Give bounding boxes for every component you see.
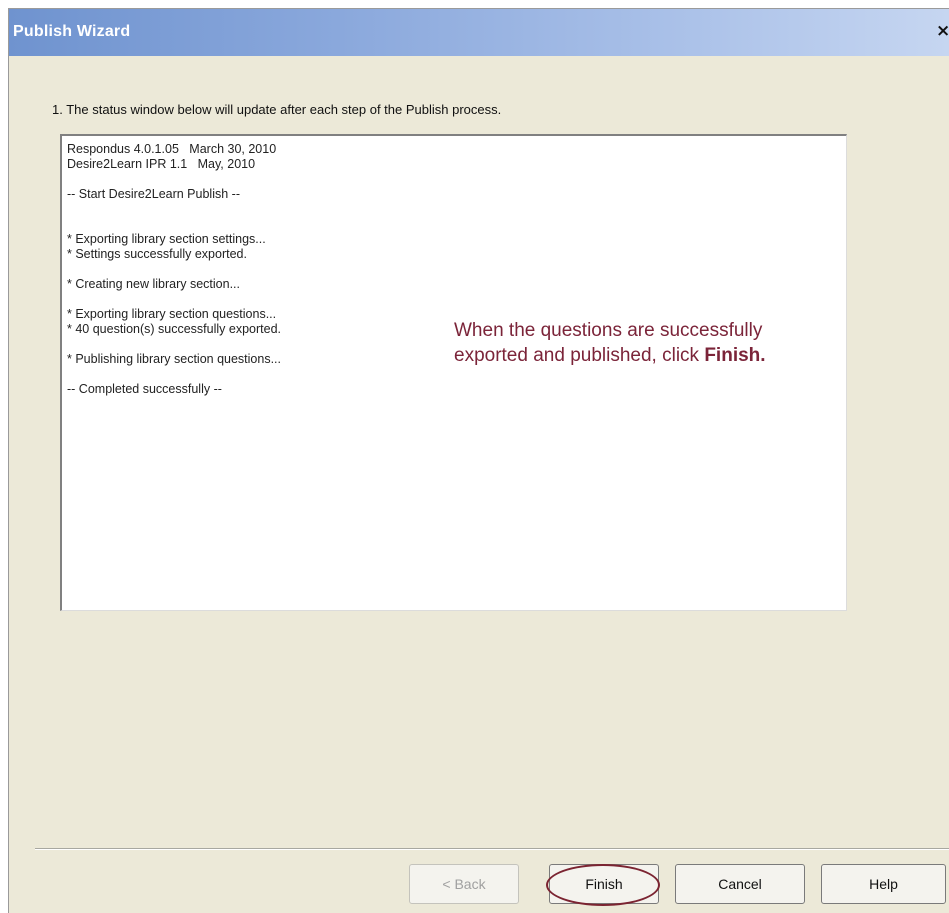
- status-line: * Creating new library section...: [67, 277, 240, 291]
- status-line: * Publishing library section questions..…: [67, 352, 282, 366]
- window-title: Publish Wizard: [13, 23, 131, 40]
- status-line: * Exporting library section questions...: [67, 307, 277, 321]
- status-line: -- Start Desire2Learn Publish --: [67, 187, 240, 201]
- status-line: * Settings successfully exported.: [67, 247, 247, 261]
- back-button[interactable]: < Back: [409, 864, 519, 904]
- status-line: [67, 202, 427, 217]
- publish-wizard-window: Publish Wizard × 1. The status window be…: [8, 8, 949, 913]
- status-line: [67, 337, 427, 352]
- callout-emphasis: Finish.: [704, 345, 766, 366]
- status-line: [67, 172, 427, 187]
- finish-callout: When the questions are successfully expo…: [454, 318, 794, 368]
- cancel-button[interactable]: Cancel: [675, 864, 805, 904]
- status-line: [67, 367, 427, 382]
- status-line: [67, 217, 427, 232]
- help-button[interactable]: Help: [821, 864, 946, 904]
- title-bar[interactable]: Publish Wizard ×: [9, 9, 949, 56]
- status-line: [67, 262, 427, 277]
- close-icon[interactable]: ×: [936, 21, 949, 41]
- status-window[interactable]: Respondus 4.0.1.05 March 30, 2010 Desire2…: [60, 134, 847, 611]
- status-line: Desire2Learn IPR 1.1 May, 2010: [67, 157, 256, 171]
- status-log: Respondus 4.0.1.05 March 30, 2010 Desire2…: [67, 142, 427, 397]
- status-line: -- Completed successfully --: [67, 382, 222, 396]
- status-line: [67, 292, 427, 307]
- status-line: * Exporting library section settings...: [67, 232, 266, 246]
- finish-button[interactable]: Finish: [549, 864, 659, 904]
- status-line: Respondus 4.0.1.05 March 30, 2010: [67, 142, 277, 156]
- instruction-text: 1. The status window below will update a…: [52, 102, 502, 117]
- status-line: * 40 question(s) successfully exported.: [67, 322, 281, 336]
- button-separator: [35, 848, 949, 850]
